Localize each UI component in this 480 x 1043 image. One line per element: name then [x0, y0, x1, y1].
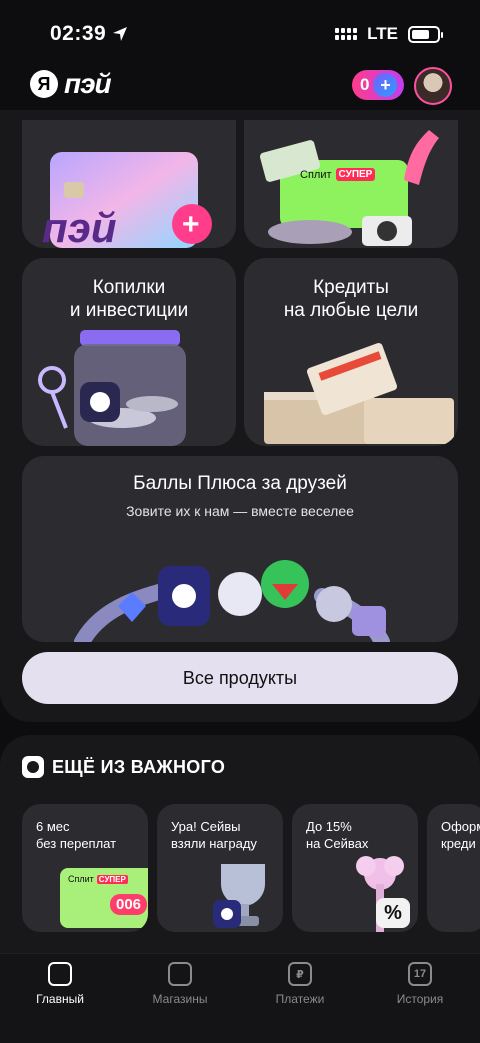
promo-card-saves[interactable]: До 15% на Сейвах %	[292, 804, 418, 932]
promo-card-award[interactable]: Ура! Сейвы взяли награду	[157, 804, 283, 932]
time-text: 02:39	[50, 22, 107, 45]
promo-split-text: 6 мес без переплат	[36, 819, 117, 851]
tab-home-label: Главный	[36, 992, 84, 1006]
invite-friends-tile[interactable]: Баллы Плюса за друзей Зовите их к нам — …	[22, 456, 458, 642]
tab-bar: Главный Магазины ₽ Платежи 17 История	[0, 953, 480, 1043]
calendar-icon: 17	[408, 962, 432, 986]
svg-text:пэй: пэй	[42, 204, 116, 248]
tab-home[interactable]: Главный	[10, 962, 110, 1006]
plus-points-button[interactable]: 0 +	[352, 70, 404, 100]
tab-history-label: История	[396, 992, 444, 1006]
battery-icon	[408, 25, 443, 43]
important-section-header: ЕЩЁ ИЗ ВАЖНОГО	[22, 756, 225, 778]
status-bar: 02:39 LTE	[0, 0, 480, 62]
promo-split-badge: Сплит СУПЕР	[68, 874, 128, 884]
credits-tile[interactable]: Кредиты на любые цели	[244, 258, 458, 446]
promo-badge-label: Сплит	[68, 874, 94, 884]
bracelet-illustration	[74, 560, 390, 642]
split-badge-label: Сплит	[300, 168, 332, 181]
savings-investments-tile[interactable]: Копилки и инвестиции	[22, 258, 236, 446]
promo-credit-text: Оформ креди	[441, 819, 480, 851]
ruble-icon: ₽	[288, 962, 312, 986]
tab-payments[interactable]: ₽ Платежи	[250, 962, 350, 1006]
status-time: 02:39	[50, 22, 128, 46]
split-tile[interactable]: Сплит СУПЕР	[244, 120, 458, 248]
percent-icon: %	[376, 898, 410, 928]
tab-history[interactable]: 17 История	[370, 962, 470, 1006]
logo-text: пэй	[64, 68, 112, 99]
signal-icon	[335, 28, 358, 40]
all-products-button[interactable]: Все продукты	[22, 652, 458, 704]
app-header: Я пэй 0 +	[0, 62, 480, 112]
split-card-illustration: Сплит СУПЕР 006	[60, 868, 148, 928]
wallet-icon	[48, 962, 72, 986]
location-arrow-icon	[113, 27, 128, 41]
tab-shops[interactable]: Магазины	[130, 962, 230, 1006]
split-badge: Сплит СУПЕР	[300, 168, 376, 181]
promo-super-badge: СУПЕР	[96, 874, 128, 884]
pay-card-tile[interactable]: пэй +	[22, 120, 236, 248]
network-label: LTE	[367, 24, 398, 43]
app-logo[interactable]: Я пэй	[30, 68, 112, 100]
points-count: 0	[360, 75, 370, 94]
piggy-jar-illustration	[38, 330, 186, 446]
important-section-title: ЕЩЁ ИЗ ВАЖНОГО	[52, 756, 226, 777]
promo-number-badge: 006	[110, 894, 148, 915]
section-flower-icon	[22, 756, 44, 778]
money-stack-illustration	[264, 342, 454, 444]
tab-payments-label: Платежи	[275, 992, 325, 1006]
promo-card-split[interactable]: 6 мес без переплат Сплит СУПЕР 006	[22, 804, 148, 932]
yandex-logo-icon: Я	[30, 70, 58, 98]
split-illustration	[259, 130, 439, 246]
tab-shops-label: Магазины	[152, 992, 208, 1006]
trophy-icon	[213, 864, 265, 928]
pay-card-illustration: пэй +	[42, 152, 212, 248]
status-indicators: LTE	[335, 24, 443, 44]
promo-card-credit[interactable]: Оформ креди	[427, 804, 480, 932]
svg-text:+: +	[182, 208, 200, 241]
super-badge: СУПЕР	[335, 168, 376, 181]
bag-icon	[168, 962, 192, 986]
plus-icon: +	[373, 73, 398, 97]
avatar[interactable]	[414, 67, 452, 105]
